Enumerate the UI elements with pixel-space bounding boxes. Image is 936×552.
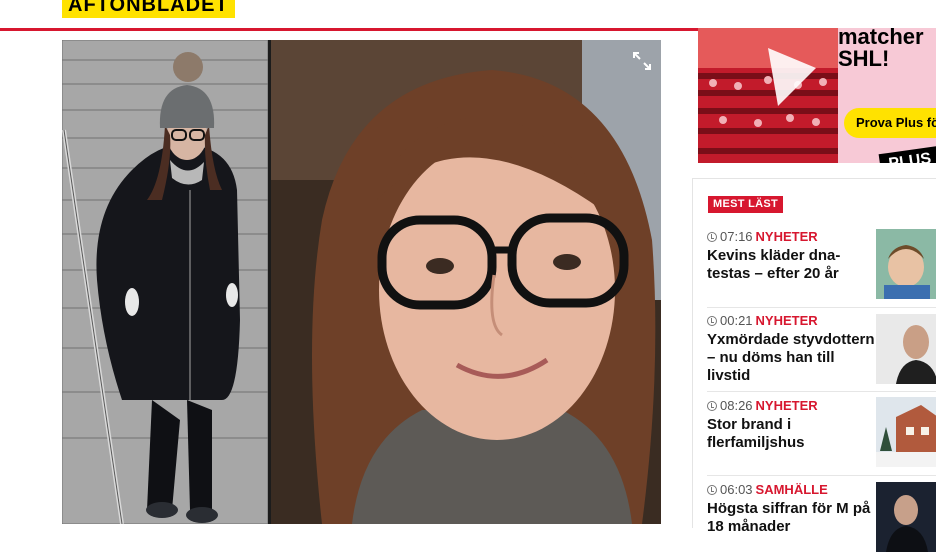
- politician-photo: [876, 482, 936, 552]
- item-thumbnail[interactable]: [876, 229, 936, 299]
- plus-logo: PLUS: [878, 145, 936, 163]
- most-read-badge: MEST LÄST: [708, 196, 784, 213]
- site-header: AFTONBLADET: [0, 0, 936, 31]
- item-headline[interactable]: Högsta siffran för M på 18 månader: [707, 500, 877, 536]
- site-logo[interactable]: AFTONBLADET: [62, 0, 235, 18]
- item-time: 07:16: [720, 229, 753, 244]
- item-time: 06:03: [720, 482, 753, 497]
- divider: [707, 307, 936, 308]
- item-headline[interactable]: Stor brand i flerfamiljshus: [707, 416, 877, 452]
- clock-icon: [707, 485, 717, 495]
- divider: [707, 475, 936, 476]
- most-read-panel: MEST LÄST 07:16 NYHETER Kevins kläder dna…: [692, 178, 936, 552]
- article-photo[interactable]: [62, 40, 661, 524]
- man-photo: [876, 314, 936, 384]
- item-headline[interactable]: Yxmördade styvdottern – nu döms han till…: [707, 331, 877, 385]
- item-thumbnail[interactable]: [876, 314, 936, 384]
- item-time: 00:21: [720, 313, 753, 328]
- clock-icon: [707, 401, 717, 411]
- item-thumbnail[interactable]: [876, 482, 936, 552]
- item-section[interactable]: SAMHÄLLE: [756, 482, 828, 497]
- ad-cta-button[interactable]: Prova Plus för 1: [844, 108, 936, 138]
- item-section[interactable]: NYHETER: [756, 313, 818, 328]
- ad-headline-line1: matcher: [838, 28, 924, 49]
- clock-icon: [707, 232, 717, 242]
- item-section[interactable]: NYHETER: [756, 398, 818, 413]
- item-time: 08:26: [720, 398, 753, 413]
- hockey-crowd-image: [698, 28, 838, 163]
- ad-headline-line2: SHL!: [838, 46, 890, 71]
- ad-headline: matcher SHL!: [838, 28, 924, 70]
- child-photo: [876, 229, 936, 299]
- photo-collage: [62, 40, 661, 524]
- expand-icon[interactable]: [633, 52, 651, 70]
- house-fire-photo: [876, 397, 936, 467]
- divider: [707, 391, 936, 392]
- plus-advertisement[interactable]: matcher SHL! Prova Plus för 1 PLUS: [698, 28, 936, 163]
- item-thumbnail[interactable]: [876, 397, 936, 467]
- item-headline[interactable]: Kevins kläder dna-testas – efter 20 år: [707, 247, 877, 283]
- item-section[interactable]: NYHETER: [756, 229, 818, 244]
- clock-icon: [707, 316, 717, 326]
